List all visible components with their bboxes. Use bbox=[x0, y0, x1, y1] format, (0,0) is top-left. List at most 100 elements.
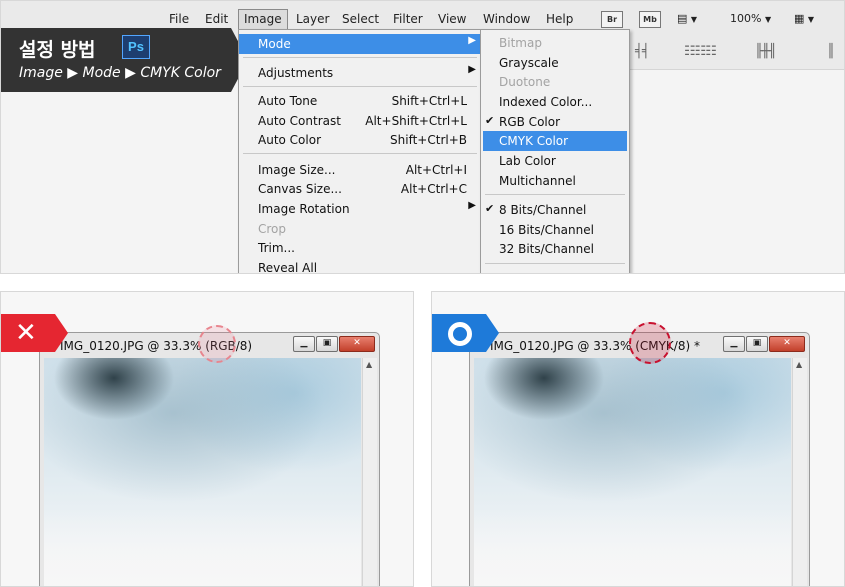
menu-filter[interactable]: Filter bbox=[393, 12, 423, 26]
o-mark-icon bbox=[448, 322, 472, 346]
submenu-item-label: CMYK Color bbox=[499, 134, 569, 148]
menu-file[interactable]: File bbox=[169, 12, 189, 26]
submenu-item-label: 8 Bits/Channel bbox=[499, 203, 587, 217]
submenu-item-label: Bitmap bbox=[499, 36, 542, 50]
menu-item-reveal-all[interactable]: Reveal All bbox=[239, 258, 481, 274]
menu-item-auto-color[interactable]: Auto Color Shift+Ctrl+B bbox=[239, 130, 481, 150]
menu-item-image-rotation[interactable]: Image Rotation ▶ bbox=[239, 199, 481, 219]
document-window-rgb: IMG_0120.JPG @ 33.3% (RGB/8) ▁ ▣ ✕ ▲ bbox=[39, 332, 380, 586]
menu-select[interactable]: Select bbox=[342, 12, 379, 26]
mini-bridge-button[interactable]: Mb bbox=[639, 11, 661, 28]
submenu-item-label: 16 Bits/Channel bbox=[499, 223, 594, 237]
badge-title: 설정 방법 bbox=[19, 39, 96, 61]
highlight-circle bbox=[629, 322, 671, 364]
vertical-scrollbar[interactable]: ▲ bbox=[792, 358, 807, 586]
submenu-item-indexed-color[interactable]: Indexed Color... bbox=[481, 92, 629, 112]
menu-item-adjustments[interactable]: Adjustments ▶ bbox=[239, 63, 481, 83]
submenu-item-label: 32 Bits/Channel bbox=[499, 242, 594, 256]
menu-item-mode[interactable]: Mode ▶ bbox=[239, 34, 481, 54]
close-button[interactable]: ✕ bbox=[339, 336, 375, 352]
wrong-mark: ✕ bbox=[1, 314, 68, 352]
submenu-item-multichannel[interactable]: Multichannel bbox=[481, 171, 629, 191]
submenu-item-grayscale[interactable]: Grayscale bbox=[481, 53, 629, 73]
photoshop-icon: Ps bbox=[122, 35, 150, 59]
menu-item-label: Mode bbox=[258, 37, 291, 51]
submenu-item-lab-color[interactable]: Lab Color bbox=[481, 151, 629, 171]
checkmark-icon: ✔ bbox=[485, 202, 495, 215]
document-title-text: IMG_0120.JPG @ 33.3% bbox=[60, 339, 206, 353]
menu-separator bbox=[485, 194, 625, 195]
submenu-item-rgb-color[interactable]: ✔ RGB Color bbox=[481, 112, 629, 132]
scroll-up-arrow-icon[interactable]: ▲ bbox=[796, 360, 802, 369]
submenu-item-32-bits[interactable]: 32 Bits/Channel bbox=[481, 239, 629, 259]
submenu-item-label: Grayscale bbox=[499, 56, 559, 70]
wrong-example-panel: IMG_0120.JPG @ 33.3% (RGB/8) ▁ ▣ ✕ ▲ ✕ bbox=[0, 291, 414, 587]
menu-item-shortcut: Alt+Shift+Ctrl+L bbox=[365, 114, 467, 128]
menu-window[interactable]: Window bbox=[483, 12, 530, 26]
x-mark-icon: ✕ bbox=[15, 318, 37, 348]
instruction-badge: 설정 방법 Ps Image ▶ Mode ▶ CMYK Color bbox=[1, 28, 248, 92]
menu-item-label: Image Rotation bbox=[258, 202, 350, 216]
menu-edit[interactable]: Edit bbox=[205, 12, 228, 26]
menu-view[interactable]: View bbox=[438, 12, 466, 26]
menu-item-label: Adjustments bbox=[258, 66, 334, 80]
menu-path: Image ▶ Mode ▶ CMYK Color bbox=[19, 65, 221, 81]
submenu-item-label: Multichannel bbox=[499, 174, 576, 188]
menu-item-label: Canvas Size... bbox=[258, 182, 342, 196]
correct-example-panel: IMG_0120.JPG @ 33.3% (CMYK/8) * ▁ ▣ ✕ ▲ bbox=[431, 291, 845, 587]
close-button[interactable]: ✕ bbox=[769, 336, 805, 352]
checkmark-icon: ✔ bbox=[485, 114, 495, 127]
menu-separator bbox=[243, 153, 477, 154]
image-canvas bbox=[44, 358, 361, 586]
zoom-level[interactable]: 100% ▼ bbox=[730, 12, 771, 25]
menu-item-canvas-size[interactable]: Canvas Size... Alt+Ctrl+C bbox=[239, 179, 481, 199]
menu-item-trim[interactable]: Trim... bbox=[239, 238, 481, 258]
menu-item-auto-tone[interactable]: Auto Tone Shift+Ctrl+L bbox=[239, 91, 481, 111]
menu-item-shortcut: Alt+Ctrl+C bbox=[400, 182, 467, 196]
zoom-value: 100% bbox=[730, 12, 762, 25]
menu-layer[interactable]: Layer bbox=[296, 12, 329, 26]
arrange-documents-icon[interactable]: ▦ ▼ bbox=[794, 12, 814, 25]
maximize-button[interactable]: ▣ bbox=[316, 336, 338, 352]
submenu-arrow-icon: ▶ bbox=[468, 64, 476, 75]
menu-item-shortcut: Shift+Ctrl+B bbox=[390, 133, 467, 147]
menu-item-label: Auto Contrast bbox=[258, 114, 341, 128]
menu-item-auto-contrast[interactable]: Auto Contrast Alt+Shift+Ctrl+L bbox=[239, 111, 481, 131]
maximize-button[interactable]: ▣ bbox=[746, 336, 768, 352]
bridge-button[interactable]: Br bbox=[601, 11, 623, 28]
align-icons[interactable]: ╡╡ bbox=[635, 44, 650, 59]
scroll-up-arrow-icon[interactable]: ▲ bbox=[366, 360, 372, 369]
menu-separator bbox=[485, 263, 625, 264]
menu-item-label: Auto Color bbox=[258, 133, 322, 147]
menu-item-image-size[interactable]: Image Size... Alt+Ctrl+I bbox=[239, 160, 481, 180]
menu-image[interactable]: Image bbox=[238, 9, 288, 30]
menu-item-label: Reveal All bbox=[258, 261, 318, 274]
submenu-item-label: Duotone bbox=[499, 75, 551, 89]
menu-item-shortcut: Alt+Ctrl+I bbox=[405, 163, 467, 177]
image-canvas bbox=[474, 358, 791, 586]
film-strip-icon[interactable]: ▤ ▼ bbox=[677, 12, 697, 25]
vertical-scrollbar[interactable]: ▲ bbox=[362, 358, 377, 586]
minimize-button[interactable]: ▁ bbox=[293, 336, 315, 352]
distribute-vertical-icons[interactable]: ☷☷☷ bbox=[684, 44, 717, 59]
menu-item-shortcut: Shift+Ctrl+L bbox=[391, 94, 467, 108]
auto-align-icon[interactable]: ║ bbox=[827, 44, 835, 59]
submenu-item-label: Indexed Color... bbox=[499, 95, 593, 109]
document-title-suffix: * bbox=[690, 339, 700, 353]
document-window-cmyk: IMG_0120.JPG @ 33.3% (CMYK/8) * ▁ ▣ ✕ ▲ bbox=[469, 332, 810, 586]
menu-help[interactable]: Help bbox=[546, 12, 573, 26]
image-menu-dropdown: Mode ▶ Adjustments ▶ Auto Tone Shift+Ctr… bbox=[238, 29, 482, 274]
document-title-text: IMG_0120.JPG @ 33.3% bbox=[490, 339, 636, 353]
highlight-circle bbox=[198, 325, 236, 363]
minimize-button[interactable]: ▁ bbox=[723, 336, 745, 352]
menu-item-label: Crop bbox=[258, 222, 287, 236]
submenu-arrow-icon: ▶ bbox=[468, 200, 476, 211]
photoshop-menu-panel: File Edit Image Layer Select Filter View… bbox=[0, 0, 845, 274]
submenu-item-8-bits[interactable]: ✔ 8 Bits/Channel bbox=[481, 200, 629, 220]
distribute-horizontal-icons[interactable]: ╟╫╢ bbox=[755, 44, 777, 59]
submenu-item-label: RGB Color bbox=[499, 115, 561, 129]
submenu-item-cmyk-color[interactable]: CMYK Color bbox=[483, 131, 627, 151]
chevron-down-icon: ▼ bbox=[764, 15, 772, 24]
correct-mark bbox=[432, 314, 499, 352]
submenu-item-16-bits[interactable]: 16 Bits/Channel bbox=[481, 220, 629, 240]
